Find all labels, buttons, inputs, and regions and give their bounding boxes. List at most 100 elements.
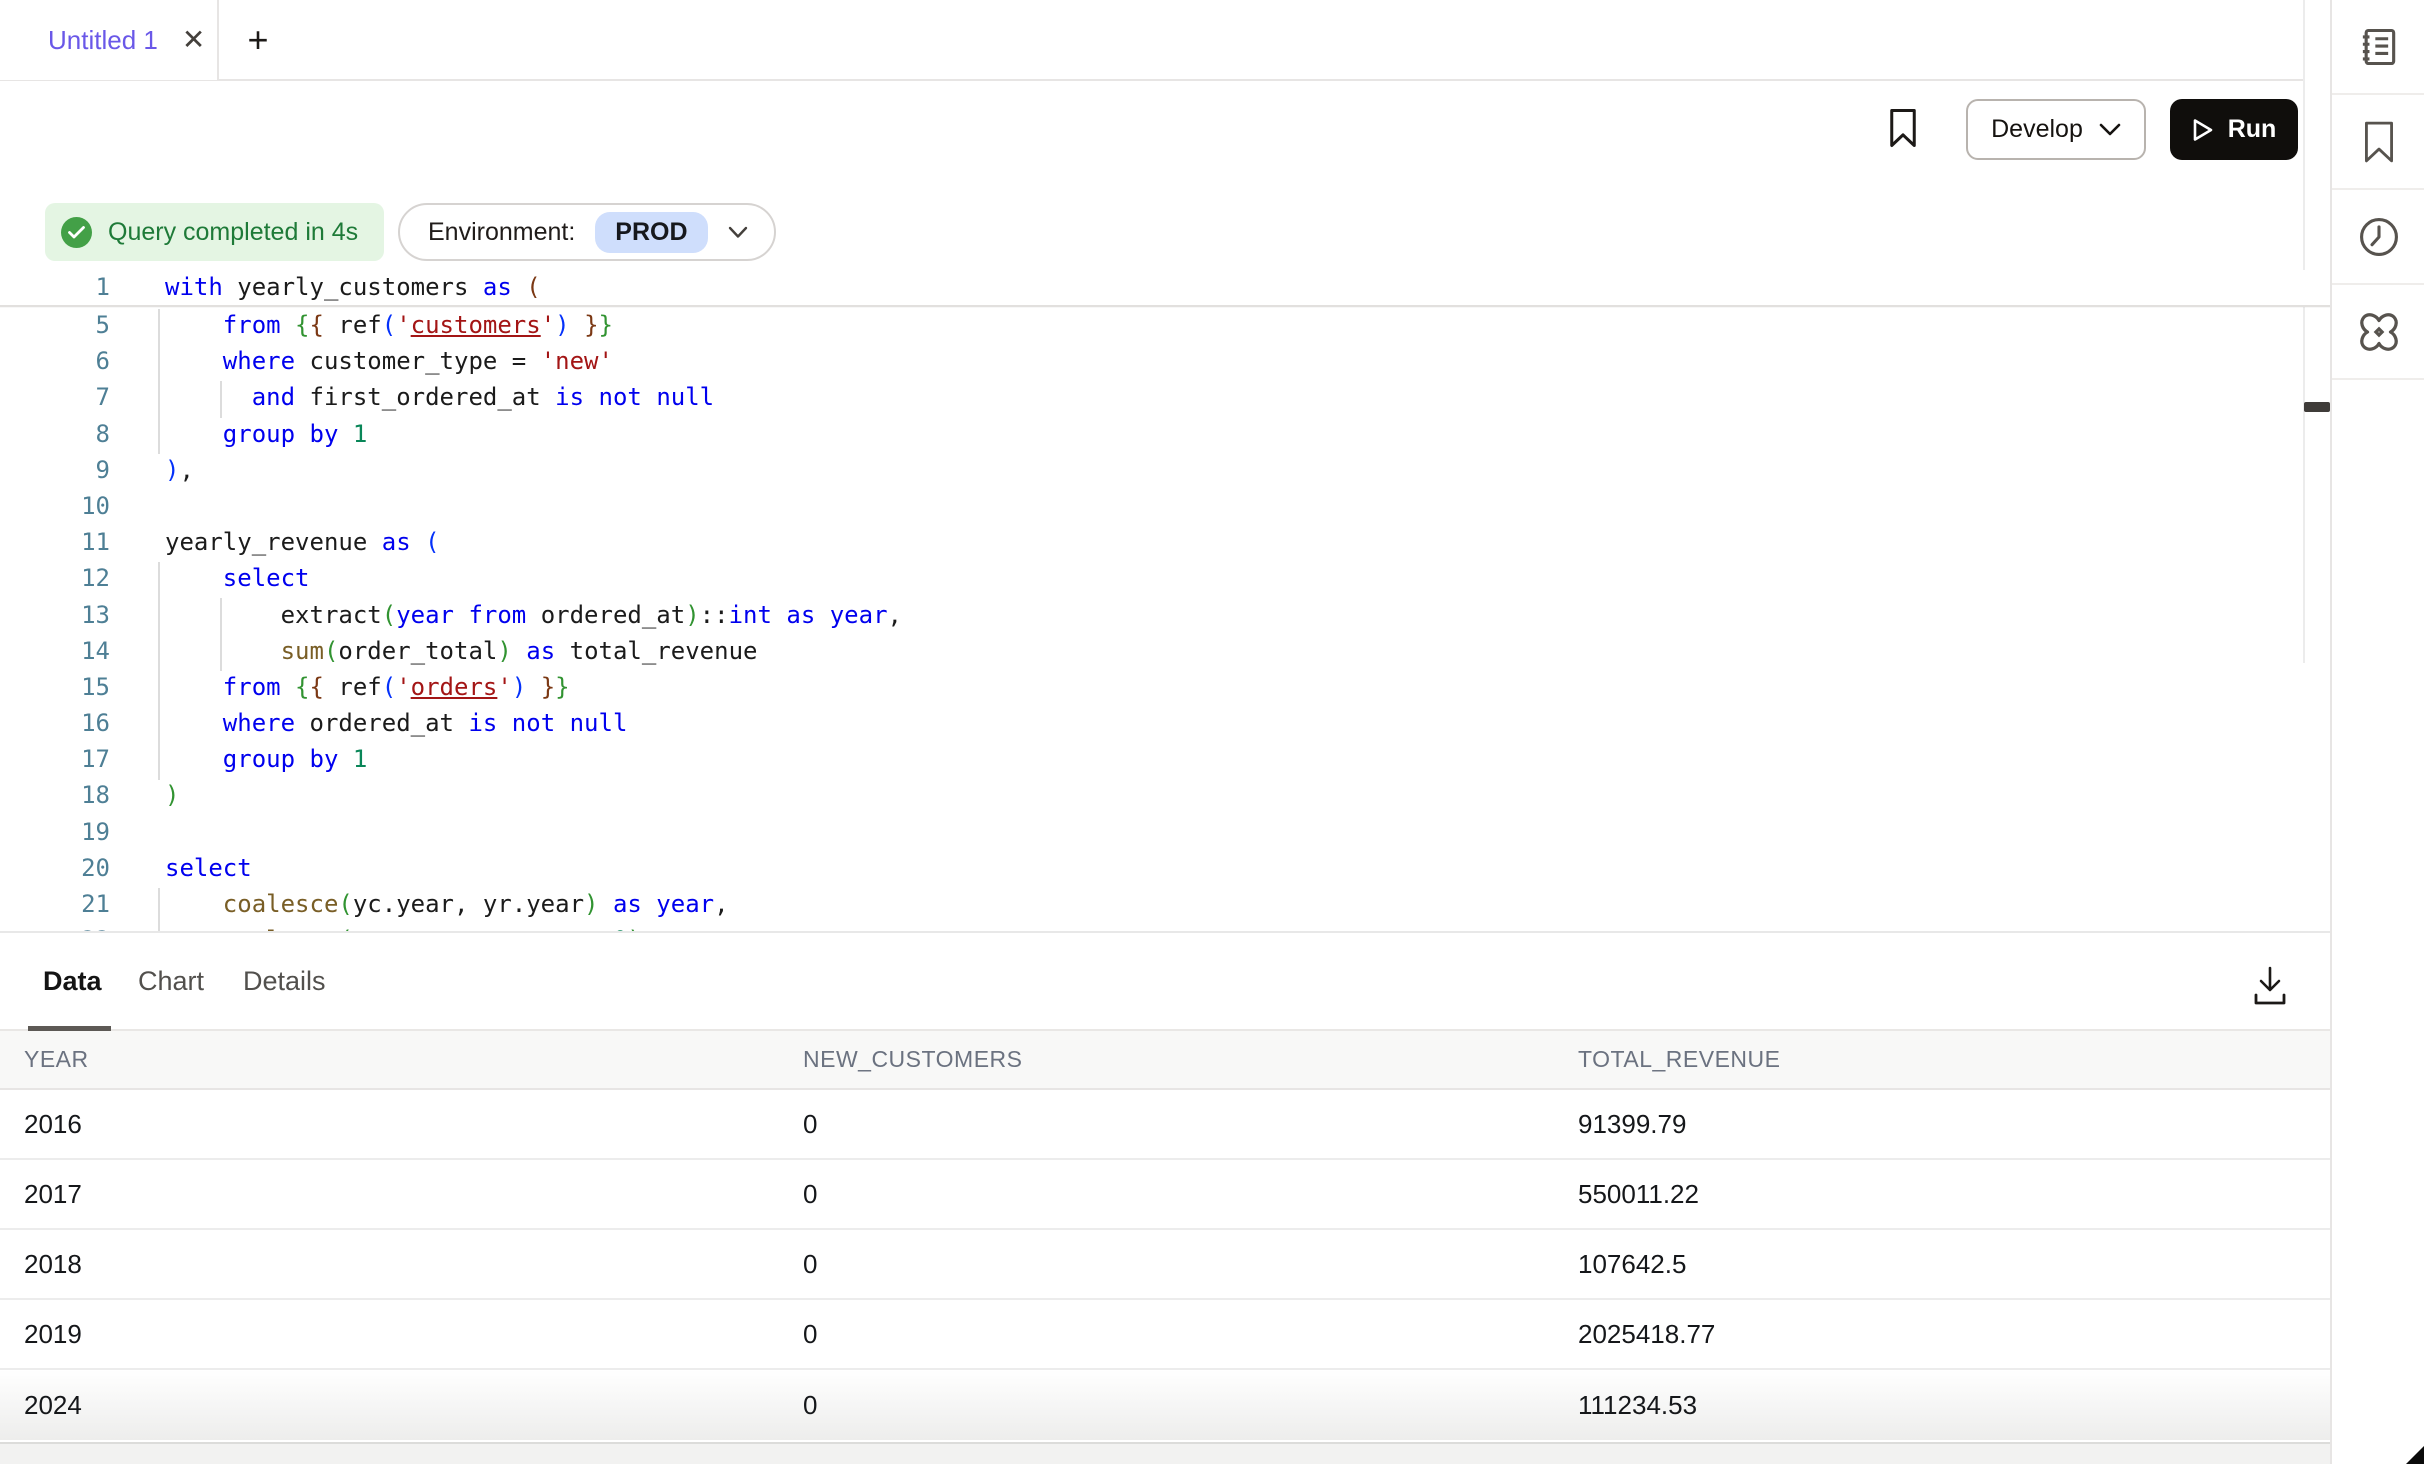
results-table[interactable]: YEARNEW_CUSTOMERSTOTAL_REVENUE 201609139…	[0, 1031, 2330, 1440]
column-header: YEAR	[0, 1046, 779, 1073]
bookmark-icon	[1888, 108, 1918, 148]
close-icon[interactable]: ✕	[182, 26, 205, 54]
results-tab-details[interactable]: Details	[243, 966, 326, 997]
ref-link[interactable]: customers	[411, 311, 541, 339]
line-number: 1	[0, 270, 110, 305]
indent-guide	[220, 598, 222, 671]
ref-link[interactable]: orders	[411, 673, 498, 701]
code-line: 5 from {{ ref('customers') }}	[0, 307, 2330, 343]
explore-icon	[2356, 309, 2402, 355]
code-line: 19	[0, 814, 2330, 850]
table-cell: 2025418.77	[1554, 1319, 2330, 1350]
results-tab-data[interactable]: Data	[43, 966, 102, 997]
code-line: 15 from {{ ref('orders') }}	[0, 669, 2330, 705]
environment-value-badge: PROD	[595, 212, 707, 253]
code-line: 11yearly_revenue as (	[0, 524, 2330, 560]
code-line: 6 where customer_type = 'new'	[0, 343, 2330, 379]
check-circle-icon	[61, 217, 92, 248]
code-line: 12 select	[0, 560, 2330, 596]
code-lines: 5 from {{ ref('customers') }}6 where cus…	[0, 307, 2330, 933]
line-number: 16	[0, 705, 110, 741]
table-cell: 2019	[0, 1319, 779, 1350]
code-line: 9),	[0, 452, 2330, 488]
run-label: Run	[2228, 115, 2277, 144]
new-tab-button[interactable]: +	[236, 18, 280, 62]
line-number: 21	[0, 886, 110, 922]
code-line: 21 coalesce(yc.year, yr.year) as year,	[0, 886, 2330, 922]
table-cell: 0	[779, 1249, 1554, 1280]
sidebar-explore-button[interactable]	[2332, 285, 2424, 380]
table-cell: 111234.53	[1554, 1390, 2330, 1421]
sql-code-editor[interactable]: 1with yearly_customers as ( 5 from {{ re…	[0, 270, 2330, 933]
table-cell: 0	[779, 1179, 1554, 1210]
query-status-text: Query completed in 4s	[108, 218, 358, 247]
bookmark-icon	[2359, 120, 2399, 164]
column-header: NEW_CUSTOMERS	[779, 1046, 1554, 1073]
table-cell: 0	[779, 1390, 1554, 1421]
tab-untitled-1[interactable]: Untitled 1 ✕	[0, 0, 219, 80]
indent-guide	[158, 309, 160, 454]
horizontal-scrollbar[interactable]	[0, 1442, 2330, 1464]
run-button[interactable]: Run	[2170, 99, 2298, 160]
code-line: 17 group by 1	[0, 741, 2330, 777]
table-cell: 0	[779, 1109, 1554, 1140]
line-number: 12	[0, 560, 110, 596]
query-status-badge: Query completed in 4s	[45, 203, 384, 261]
play-icon	[2192, 118, 2214, 142]
line-number: 20	[0, 850, 110, 886]
environment-selector[interactable]: Environment: PROD	[398, 203, 776, 261]
table-row: 20180107642.5	[0, 1230, 2330, 1300]
table-cell: 91399.79	[1554, 1109, 2330, 1140]
download-icon	[2250, 965, 2290, 1007]
code-line: 14 sum(order_total) as total_revenue	[0, 633, 2330, 669]
code-line: 18)	[0, 777, 2330, 813]
line-number: 9	[0, 452, 110, 488]
line-number: 10	[0, 488, 110, 524]
bookmark-button[interactable]	[1888, 108, 1918, 148]
table-cell: 2016	[0, 1109, 779, 1140]
code-line: 7 and first_ordered_at is not null	[0, 379, 2330, 415]
sticky-code-line: 1with yearly_customers as (	[0, 270, 2330, 307]
line-number: 7	[0, 379, 110, 415]
code-line: 20select	[0, 850, 2330, 886]
develop-dropdown-button[interactable]: Develop	[1966, 99, 2146, 160]
code-line: 1with yearly_customers as (	[0, 270, 2330, 305]
code-line: 13 extract(year from ordered_at)::int as…	[0, 597, 2330, 633]
line-number: 14	[0, 633, 110, 669]
environment-label: Environment:	[428, 218, 575, 247]
table-cell: 0	[779, 1319, 1554, 1350]
line-number: 18	[0, 777, 110, 813]
resize-grip-icon[interactable]	[2404, 1444, 2424, 1464]
line-number: 22	[0, 922, 110, 933]
table-row: 2016091399.79	[0, 1090, 2330, 1160]
history-icon	[2357, 215, 2401, 259]
line-number: 19	[0, 814, 110, 850]
notebook-icon	[2357, 25, 2401, 69]
right-sidebar	[2330, 0, 2424, 1464]
sidebar-history-button[interactable]	[2332, 190, 2424, 285]
line-number: 13	[0, 597, 110, 633]
table-cell: 550011.22	[1554, 1179, 2330, 1210]
table-cell: 2024	[0, 1390, 779, 1421]
download-results-button[interactable]	[2244, 958, 2296, 1014]
develop-label: Develop	[1991, 115, 2083, 144]
column-header: TOTAL_REVENUE	[1554, 1046, 2330, 1073]
indent-guide	[220, 381, 222, 418]
table-row: 20170550011.22	[0, 1160, 2330, 1230]
line-number: 6	[0, 343, 110, 379]
results-tab-chart[interactable]: Chart	[138, 966, 204, 997]
tab-label: Untitled 1	[48, 25, 158, 56]
chevron-down-icon	[2099, 123, 2121, 137]
chevron-down-icon	[728, 226, 748, 239]
sidebar-bookmarks-button[interactable]	[2332, 95, 2424, 190]
results-tab-bar: Data Chart Details	[0, 940, 2330, 1031]
code-line: 16 where ordered_at is not null	[0, 705, 2330, 741]
scrollbar-marker[interactable]	[2304, 402, 2330, 412]
sidebar-notebook-button[interactable]	[2332, 0, 2424, 95]
indent-guide	[158, 562, 160, 780]
line-number: 5	[0, 307, 110, 343]
editor-scrollbar[interactable]	[2303, 0, 2330, 663]
code-line: 10	[0, 488, 2330, 524]
code-line: 22 coalesce(yc.new_customers, 0) as new_…	[0, 922, 2330, 933]
table-body: 2016091399.7920170550011.2220180107642.5…	[0, 1090, 2330, 1440]
